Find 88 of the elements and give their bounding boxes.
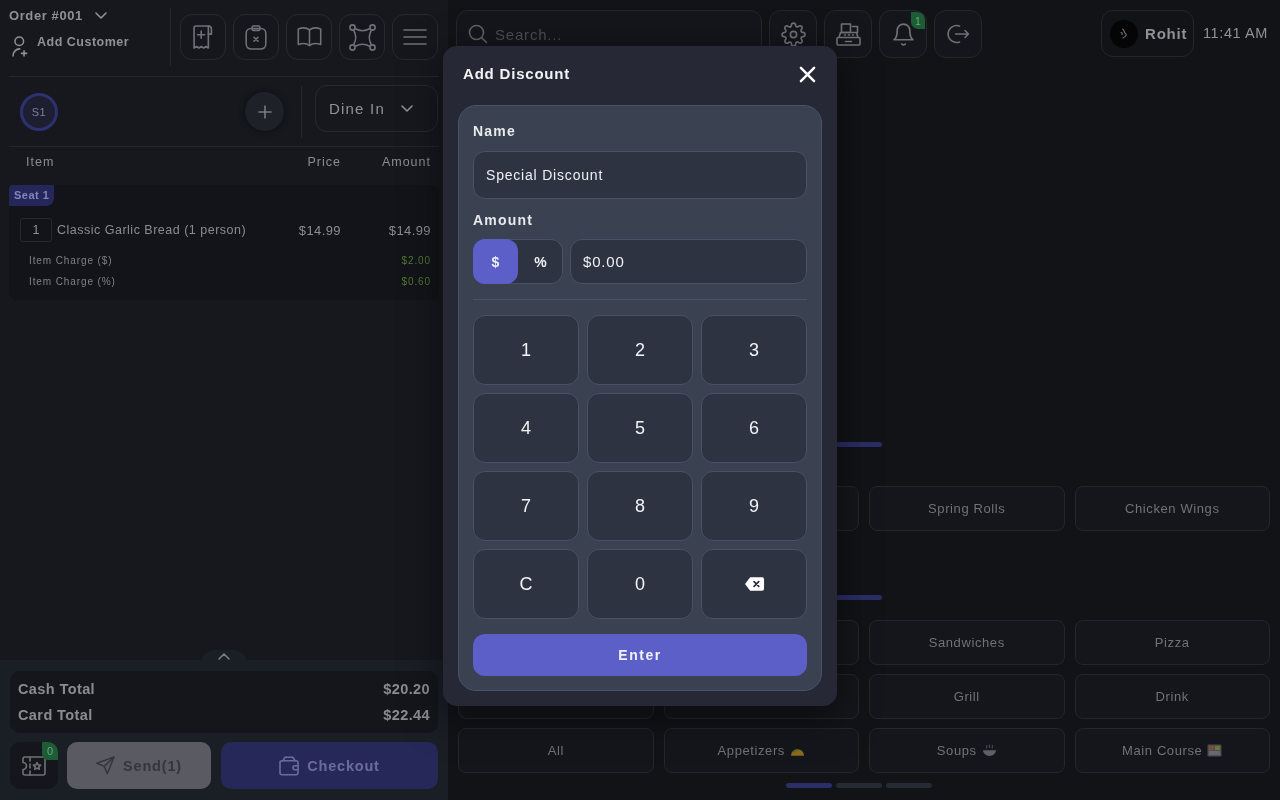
item-name: Classic Garlic Bread (1 person) [57, 223, 248, 237]
clear-key[interactable]: C [473, 549, 579, 619]
book-icon [296, 27, 322, 47]
notification-badge: 1 [911, 12, 925, 29]
logout-button[interactable] [934, 10, 982, 58]
total-value: $22.44 [383, 707, 430, 723]
toolbar-button[interactable] [286, 14, 332, 60]
backspace-key[interactable] [701, 549, 807, 619]
plus-icon [257, 104, 272, 119]
category-button[interactable]: Drink [1074, 674, 1270, 719]
category-button[interactable]: All [458, 728, 654, 773]
bento-box-icon [1207, 744, 1223, 757]
category-button[interactable]: Sandwiches [869, 620, 1065, 665]
clock-time: 11:41 AM [1203, 24, 1268, 43]
quantity-field[interactable]: 1 [20, 218, 52, 242]
keypad-key[interactable]: 3 [701, 315, 807, 385]
field-label: Name [473, 122, 516, 141]
amount-field[interactable]: $0.00 [570, 239, 807, 284]
keypad-key[interactable]: 9 [701, 471, 807, 541]
toolbar-button[interactable] [233, 14, 279, 60]
charge-label: Item Charge ($) [29, 255, 114, 266]
field-label: Amount [473, 211, 534, 230]
column-header: Item [26, 155, 56, 169]
receipt-plus-icon [193, 25, 213, 49]
column-header: Amount [380, 155, 431, 169]
order-dropdown[interactable]: Order #001 [9, 6, 107, 24]
toolbar-button[interactable] [180, 14, 226, 60]
total-label: Cash Total [18, 681, 96, 697]
chevron-down-icon [400, 105, 413, 112]
order-type-dropdown[interactable]: Dine In [315, 85, 438, 132]
bell-icon [892, 22, 914, 46]
keypad-key[interactable]: 1 [473, 315, 579, 385]
category-button[interactable]: Soups [869, 728, 1065, 773]
user-button[interactable]: Rohit [1101, 10, 1194, 57]
keypad-key[interactable]: 4 [473, 393, 579, 463]
count-badge: 0 [42, 742, 58, 760]
close-button[interactable] [799, 66, 816, 83]
category-button[interactable]: Appetizers [663, 728, 859, 773]
column-header: Price [306, 155, 341, 169]
enter-button[interactable]: Enter [473, 634, 807, 676]
search-icon [468, 24, 488, 44]
menu-item-button[interactable]: Chicken Wings [1074, 486, 1270, 531]
backspace-icon [743, 576, 765, 592]
close-icon [799, 66, 816, 83]
wallet-icon [279, 755, 300, 776]
menu-item-button[interactable]: Spring Rolls [869, 486, 1065, 531]
item-amount: $14.99 [387, 222, 431, 238]
menu-icon [403, 29, 427, 45]
charge-amount: $0.60 [401, 276, 431, 287]
total-label: Card Total [18, 707, 93, 723]
keypad-key[interactable]: 8 [587, 471, 693, 541]
toolbar-button[interactable] [392, 14, 438, 60]
avatar-icon [1110, 19, 1138, 48]
keypad-key[interactable]: 7 [473, 471, 579, 541]
chevron-up-icon [218, 653, 230, 660]
keypad-key[interactable]: 2 [587, 315, 693, 385]
name-field[interactable]: Special Discount [473, 151, 807, 199]
toolbar-button[interactable] [824, 10, 872, 58]
add-seat-button[interactable] [245, 92, 284, 131]
clipboard-x-icon [245, 24, 267, 50]
keypad-key[interactable]: 5 [587, 393, 693, 463]
charge-amount: $2.00 [401, 255, 431, 266]
seat-tag: Seat 1 [9, 185, 55, 206]
logout-icon [946, 24, 970, 44]
dialog-title: Add Discount [463, 65, 571, 83]
send-icon [96, 756, 116, 775]
steaming-bowl-icon [981, 744, 997, 757]
node-ring-icon [348, 23, 376, 51]
toolbar-button[interactable] [339, 14, 385, 60]
notifications-button[interactable]: 1 [879, 10, 927, 58]
add-customer-button[interactable]: Add Customer [12, 36, 130, 57]
category-button[interactable]: Pizza [1074, 620, 1270, 665]
unit-option[interactable]: $ [473, 239, 518, 284]
total-value: $20.20 [383, 681, 430, 697]
item-price: $14.99 [297, 222, 341, 238]
chevron-down-icon [94, 11, 107, 19]
keypad-key[interactable]: 6 [701, 393, 807, 463]
ticket-star-icon [22, 755, 46, 776]
charge-label: Item Charge (%) [29, 276, 117, 287]
unit-option[interactable]: % [518, 239, 563, 284]
keypad-key[interactable]: 0 [587, 549, 693, 619]
person-add-icon [12, 36, 28, 57]
category-button[interactable]: Grill [869, 674, 1065, 719]
cash-register-icon [835, 22, 861, 46]
loyalty-button[interactable]: 0 [10, 742, 58, 789]
seat-button[interactable]: S1 [20, 92, 58, 131]
category-button[interactable]: Main Course [1074, 728, 1270, 773]
settings-icon [780, 21, 806, 47]
